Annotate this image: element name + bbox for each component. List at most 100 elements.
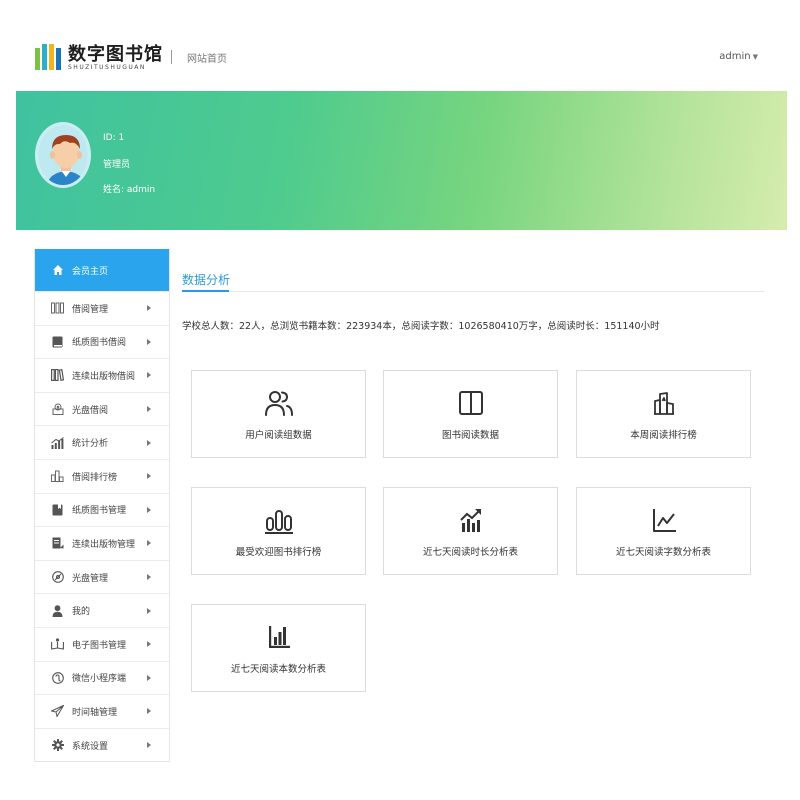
- sidebar-item-system-settings[interactable]: 系统设置: [35, 727, 169, 762]
- sidebar-item-borrow-management[interactable]: 借阅管理: [35, 291, 169, 325]
- card-label: 最受欢迎图书排行榜: [235, 547, 322, 558]
- card-book-reading[interactable]: 图书阅读数据: [383, 370, 558, 458]
- timeline-icon: [51, 705, 64, 718]
- section-divider: [182, 291, 764, 292]
- document-edit-icon: [51, 537, 64, 550]
- gear-icon: [51, 739, 64, 752]
- card-user-reading-group[interactable]: 用户阅读组数据: [191, 370, 366, 458]
- sidebar-item-label: 系统设置: [72, 741, 109, 752]
- sidebar-item-label: 会员主页: [72, 266, 109, 277]
- book-icon: [51, 335, 64, 348]
- header-divider: [171, 50, 172, 64]
- bookmark-book-icon: [51, 503, 64, 516]
- sidebar-item-disc-borrow[interactable]: 光盘借阅: [35, 391, 169, 426]
- summary-stats: 学校总人数：22人，总浏览书籍本数：223934本，总阅读字数：10265804…: [182, 321, 660, 332]
- ranking-icon: [51, 470, 64, 483]
- column-chart-icon: [268, 626, 290, 648]
- user-dropdown-label: admin: [719, 51, 751, 62]
- bookshelf-icon: [51, 302, 64, 315]
- sidebar-item-paper-book-management[interactable]: 纸质图书管理: [35, 492, 169, 527]
- card-weekly-ranking[interactable]: 本周阅读排行榜: [576, 370, 751, 458]
- section-title: 数据分析: [182, 273, 231, 287]
- bar-chart-icon: [264, 510, 293, 534]
- logo-subtitle: SHUZITUSHUGUAN: [68, 64, 146, 71]
- top-header: 数字图书馆 SHUZITUSHUGUAN 网站首页 admin ▼: [0, 0, 800, 90]
- home-link[interactable]: 网站首页: [187, 50, 227, 65]
- profile-name: 姓名: admin: [103, 185, 156, 195]
- logo-title: 数字图书馆: [68, 44, 163, 65]
- trending-bars-icon: [459, 509, 481, 532]
- card-7day-word-count[interactable]: 近七天阅读字数分析表: [576, 487, 751, 575]
- sidebar-item-mine[interactable]: 我的: [35, 593, 169, 627]
- card-label: 本周阅读排行榜: [630, 430, 697, 441]
- podium-icon: [653, 392, 674, 415]
- sidebar-item-label: 微信小程序端: [72, 674, 127, 685]
- open-book-icon: [458, 391, 483, 415]
- chevron-right-icon: [147, 406, 151, 413]
- sidebar-item-serial-management[interactable]: 连续出版物管理: [35, 526, 169, 560]
- sidebar-item-label: 光盘管理: [72, 573, 109, 584]
- caret-down-icon: ▼: [752, 53, 758, 61]
- sidebar-item-label: 纸质图书借阅: [72, 338, 127, 349]
- chevron-right-icon: [147, 506, 151, 513]
- sidebar-item-label: 纸质图书管理: [72, 506, 127, 517]
- chevron-right-icon: [147, 708, 151, 715]
- avatar: [35, 122, 91, 188]
- chevron-right-icon: [147, 473, 151, 480]
- sidebar-item-label: 连续出版物借阅: [72, 371, 136, 382]
- chevron-right-icon: [147, 439, 151, 446]
- stats-chart-icon: [51, 436, 64, 449]
- sidebar-item-label: 借阅管理: [72, 304, 109, 315]
- sidebar-item-statistics[interactable]: 统计分析: [35, 425, 169, 459]
- logo-books-icon: [35, 44, 61, 70]
- card-label: 用户阅读组数据: [245, 430, 312, 441]
- avatar-face-icon: [38, 125, 88, 185]
- card-7day-reading-time[interactable]: 近七天阅读时长分析表: [383, 487, 558, 575]
- home-icon: [51, 264, 64, 277]
- card-label: 近七天阅读本数分析表: [230, 664, 326, 675]
- users-icon: [264, 391, 293, 416]
- profile-role: 管理员: [103, 160, 131, 170]
- chevron-right-icon: [147, 607, 151, 614]
- card-7day-book-count[interactable]: 近七天阅读本数分析表: [191, 604, 366, 692]
- sidebar-item-label: 光盘借阅: [72, 405, 109, 416]
- card-label: 近七天阅读时长分析表: [422, 547, 518, 558]
- ebook-icon: [51, 638, 64, 651]
- chevron-right-icon: [147, 305, 151, 312]
- chevron-right-icon: [147, 540, 151, 547]
- sidebar-item-label: 连续出版物管理: [72, 539, 136, 550]
- profile-id: ID: 1: [103, 133, 125, 143]
- sidebar-item-label: 统计分析: [72, 439, 109, 450]
- sidebar-nav: 会员主页 借阅管理 纸质图书借阅 连续出版物借阅 光盘借阅 统计分析 借阅排行榜…: [34, 249, 170, 763]
- sidebar-item-timeline-management[interactable]: 时间轴管理: [35, 694, 169, 728]
- line-chart-icon: [652, 509, 676, 532]
- sidebar-item-ebook-management[interactable]: 电子图书管理: [35, 626, 169, 661]
- books-stack-icon: [51, 369, 64, 382]
- chevron-right-icon: [147, 574, 151, 581]
- sidebar-item-label: 电子图书管理: [72, 640, 127, 651]
- card-popular-books-ranking[interactable]: 最受欢迎图书排行榜: [191, 487, 366, 575]
- sidebar-item-serial-borrow[interactable]: 连续出版物借阅: [35, 358, 169, 392]
- user-icon: [51, 604, 64, 617]
- chevron-right-icon: [147, 742, 151, 749]
- sidebar-item-label: 我的: [72, 607, 91, 618]
- sidebar-item-paper-book-borrow[interactable]: 纸质图书借阅: [35, 324, 169, 359]
- section-title-underline: [182, 290, 229, 292]
- profile-banner: ID: 1 管理员 姓名: admin: [16, 91, 787, 230]
- chevron-right-icon: [147, 674, 151, 681]
- sidebar-item-member-home[interactable]: 会员主页: [35, 249, 169, 291]
- sidebar-item-disc-management[interactable]: 光盘管理: [35, 559, 169, 594]
- user-dropdown[interactable]: admin ▼: [719, 51, 758, 62]
- sidebar-item-label: 时间轴管理: [72, 707, 118, 718]
- sidebar-item-label: 借阅排行榜: [72, 472, 118, 483]
- sidebar-item-borrow-ranking[interactable]: 借阅排行榜: [35, 458, 169, 493]
- sidebar-item-wechat-miniprogram[interactable]: 微信小程序端: [35, 660, 169, 695]
- disc-tray-icon: [51, 403, 64, 416]
- chevron-right-icon: [147, 372, 151, 379]
- chevron-right-icon: [147, 338, 151, 345]
- chevron-right-icon: [147, 641, 151, 648]
- card-label: 图书阅读数据: [441, 430, 499, 441]
- disc-icon: [51, 571, 64, 584]
- wechat-icon: [51, 671, 64, 684]
- site-logo[interactable]: 数字图书馆 SHUZITUSHUGUAN: [34, 40, 162, 76]
